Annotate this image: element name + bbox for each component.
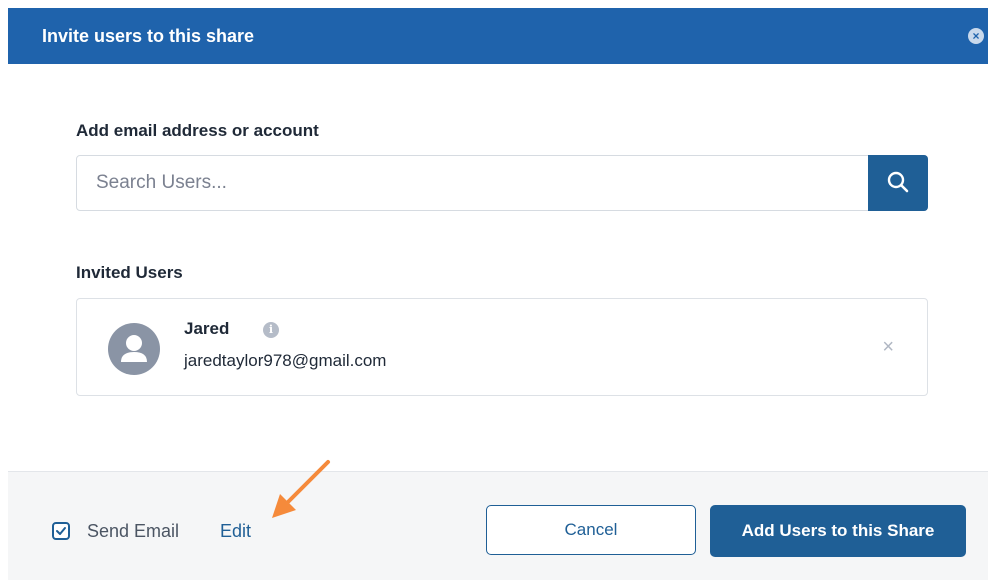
search-button[interactable] — [868, 155, 928, 211]
check-icon — [56, 527, 66, 535]
dialog-footer: Send Email Edit Cancel Add Users to this… — [8, 460, 988, 580]
send-email-checkbox[interactable] — [52, 522, 70, 540]
remove-user-button[interactable]: × — [882, 337, 894, 357]
user-email: jaredtaylor978@gmail.com — [184, 351, 387, 370]
search-icon — [887, 171, 909, 193]
edit-link[interactable]: Edit — [220, 521, 251, 542]
invited-user-card: Jared i jaredtaylor978@gmail.com × — [76, 298, 928, 396]
user-avatar-icon — [108, 323, 160, 375]
search-label: Add email address or account — [76, 121, 319, 140]
search-input[interactable] — [77, 156, 867, 210]
dialog-title: Invite users to this share — [42, 26, 255, 46]
search-box — [76, 155, 928, 211]
dialog-header: Invite users to this share × — [8, 8, 988, 64]
invited-users-label: Invited Users — [76, 263, 183, 282]
close-icon[interactable]: × — [968, 28, 984, 44]
annotation-arrow-icon — [272, 460, 330, 518]
cancel-button[interactable]: Cancel — [486, 505, 696, 555]
send-email-label[interactable]: Send Email — [87, 521, 179, 542]
info-icon[interactable]: i — [263, 322, 279, 338]
user-name: Jared — [184, 319, 230, 338]
add-users-button[interactable]: Add Users to this Share — [710, 505, 966, 557]
